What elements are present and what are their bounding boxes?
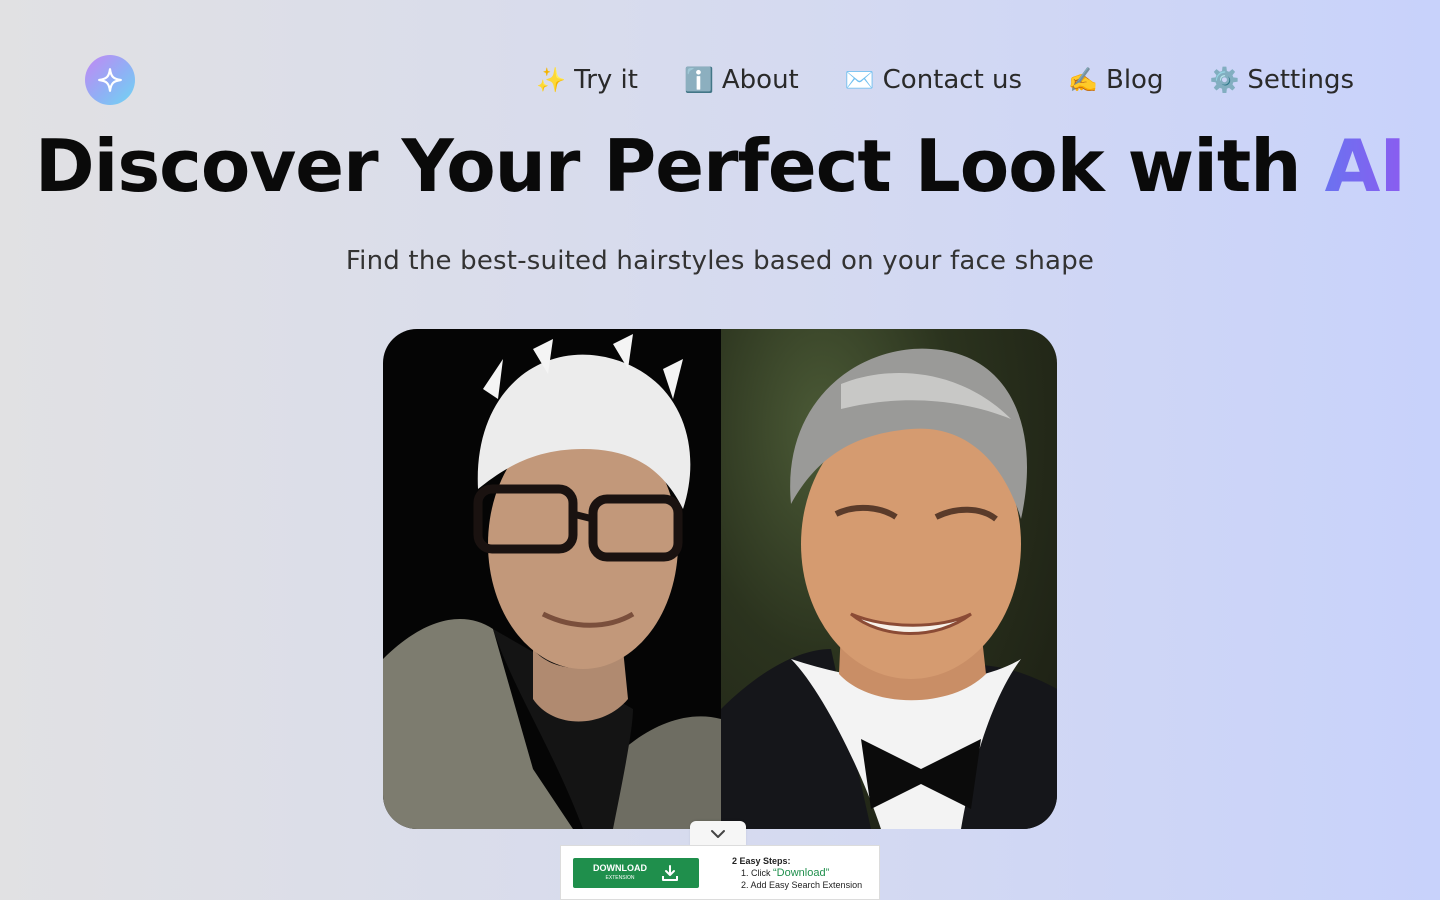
logo[interactable]	[85, 55, 135, 105]
nav-label: Try it	[574, 65, 638, 95]
download-sublabel: EXTENSION	[605, 875, 635, 881]
step-2: 2. Add Easy Search Extension	[741, 879, 863, 890]
nav-label: Blog	[1105, 65, 1164, 95]
nav-label: Contact us	[882, 65, 1023, 95]
before-photo	[383, 329, 721, 829]
headline-accent: AI	[1324, 124, 1407, 208]
step-1-prefix: 1. Click	[741, 867, 774, 878]
nav-label: Settings	[1247, 65, 1354, 95]
hero-image-comparison	[383, 329, 1057, 829]
chevron-down-icon	[711, 830, 725, 838]
ad-steps: 2 Easy Steps: 1. Click “Download” 2. Add…	[732, 855, 862, 891]
step-1: 1. Click “Download”	[732, 867, 862, 879]
gear-icon: ⚙️	[1209, 66, 1240, 94]
download-label: DOWNLOAD	[593, 863, 647, 873]
nav-try-it[interactable]: ✨ Try it	[536, 60, 638, 100]
step-1-highlight: “Download”	[773, 866, 830, 879]
nav-about[interactable]: ℹ️ About	[684, 60, 799, 100]
writing-hand-icon: ✍️	[1068, 66, 1098, 94]
sparkles-icon: ✨	[536, 66, 567, 94]
steps-title: 2 Easy Steps:	[732, 855, 791, 866]
nav-contact-us[interactable]: ✉️ Contact us	[845, 60, 1022, 100]
sparkle-icon	[98, 68, 122, 92]
nav-settings[interactable]: ⚙️ Settings	[1209, 60, 1354, 100]
envelope-icon: ✉️	[844, 66, 875, 94]
info-icon: ℹ️	[683, 66, 714, 94]
after-photo	[721, 329, 1057, 829]
nav-label: About	[721, 65, 799, 95]
main-nav: ✨ Try it ℹ️ About ✉️ Contact us ✍️ Blog …	[536, 60, 1354, 100]
collapse-ad-button[interactable]	[690, 821, 746, 847]
page-subtitle: Find the best-suited hairstyles based on…	[345, 246, 1095, 276]
nav-blog[interactable]: ✍️ Blog	[1068, 60, 1163, 100]
ad-banner: DOWNLOAD EXTENSION 2 Easy Steps: 1. Clic…	[560, 845, 880, 900]
headline-main: Discover Your Perfect Look with	[34, 124, 1325, 208]
page-title: Discover Your Perfect Look with AI	[0, 124, 1440, 208]
download-extension-button[interactable]: DOWNLOAD EXTENSION	[573, 857, 699, 888]
download-label-group: DOWNLOAD EXTENSION	[593, 864, 647, 881]
download-icon	[662, 864, 678, 881]
